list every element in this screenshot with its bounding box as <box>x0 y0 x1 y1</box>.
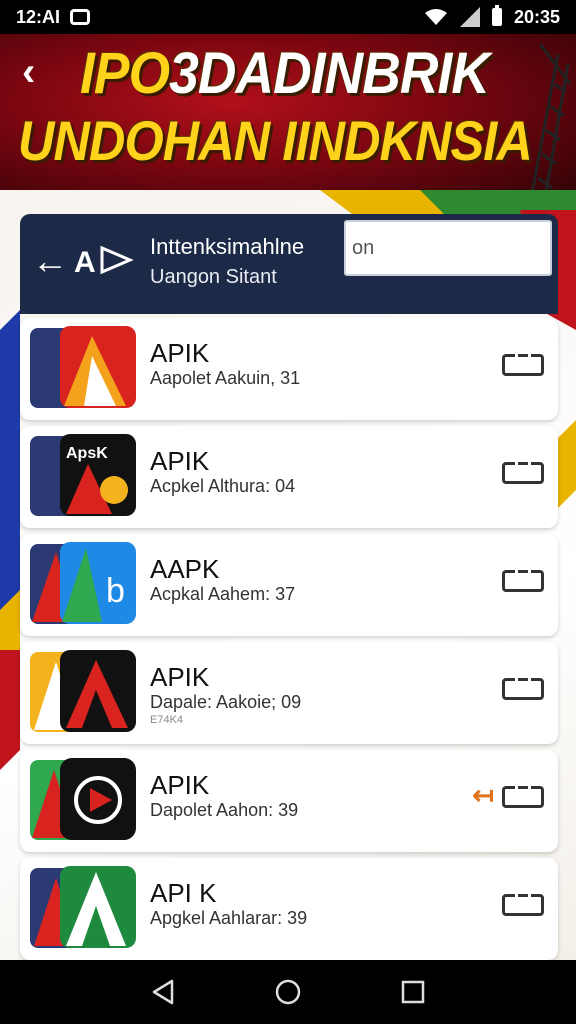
wifi-icon <box>424 9 447 25</box>
download-icon[interactable] <box>502 351 544 376</box>
app-icon: ApsK <box>30 434 136 516</box>
hero-title-a: IPO <box>80 41 170 106</box>
app-subtitle: Dapale: Aakoie; 09 <box>150 692 302 712</box>
system-nav-bar <box>0 960 576 1024</box>
hero-title-line1: IPO3DADINBRIK <box>80 40 490 107</box>
back-icon[interactable]: ‹ <box>22 52 54 92</box>
app-icon <box>30 650 136 732</box>
header-title: Inttenksimahlne <box>150 234 305 259</box>
svg-text:b: b <box>106 572 125 610</box>
list-header: ← A Inttenksimahlne Uangon Sitant <box>20 214 558 314</box>
status-bar: 12:AI 20:35 <box>0 0 576 34</box>
list-item[interactable]: APIK Aapolet Aakuin, 31 <box>20 318 558 420</box>
status-time-left: 12:AI <box>16 6 61 27</box>
nav-recents-icon[interactable] <box>398 977 428 1007</box>
list-item[interactable]: ApsK APIK Acpkel Althura: 04 <box>20 426 558 528</box>
app-subtitle: Dapolet Aahon: 39 <box>150 800 299 820</box>
app-name: APIK <box>150 662 210 692</box>
status-clock: 20:35 <box>513 6 560 27</box>
signal-icon <box>459 7 480 27</box>
app-subtitle: Acpkel Althura: 04 <box>150 476 296 496</box>
app-name: APIK <box>150 338 210 368</box>
notification-icon <box>70 9 91 25</box>
list-item[interactable]: APIK Dapale: Aakoie; 09 E74K4 <box>20 642 558 744</box>
app-icon <box>30 326 136 408</box>
app-icon <box>30 758 136 840</box>
svg-text:ApsK: ApsK <box>66 445 108 462</box>
app-subtitle: Aapolet Aakuin, 31 <box>150 368 301 388</box>
download-icon[interactable] <box>502 459 544 484</box>
tower-decoration-icon <box>528 44 570 204</box>
battery-icon <box>491 5 502 26</box>
header-subtitle: Uangon Sitant <box>150 266 277 288</box>
list-item[interactable]: APIK Dapolet Aahon: 39 ↤ <box>20 750 558 852</box>
app-name: APIK <box>150 770 210 800</box>
hero-title-b: 3DADINBRIK <box>169 41 490 106</box>
back-arrow-icon[interactable]: ↤ <box>472 780 494 811</box>
list-item[interactable]: b AAPK Acpkal Aahem: 37 <box>20 534 558 636</box>
app-subtitle: Apgkel Aahlarar: 39 <box>150 908 308 928</box>
app-name: API K <box>150 878 217 908</box>
download-icon[interactable] <box>502 891 544 916</box>
store-logo-icon: A <box>74 245 134 278</box>
header-back-icon[interactable]: ← <box>32 240 68 282</box>
list-item[interactable]: API K Apgkel Aahlarar: 39 <box>20 858 558 960</box>
nav-back-icon[interactable] <box>148 977 178 1007</box>
download-icon[interactable] <box>502 783 544 808</box>
app-note: E74K4 <box>150 714 184 726</box>
download-icon[interactable] <box>502 567 544 592</box>
download-icon[interactable] <box>502 675 544 700</box>
app-list-card: ← A Inttenksimahlne Uangon Sitant APIK A… <box>20 214 558 960</box>
app-name: AAPK <box>150 554 220 584</box>
hero-banner: ‹ IPO3DADINBRIK UNDOHAN IINDKNSIA <box>0 34 576 204</box>
app-icon: b <box>30 542 136 624</box>
hero-title-line2: UNDOHAN IINDKNSIA <box>18 109 533 172</box>
app-icon <box>30 866 136 948</box>
app-name: APIK <box>150 446 210 476</box>
svg-text:A: A <box>74 246 96 278</box>
nav-home-icon[interactable] <box>273 977 303 1007</box>
search-input[interactable] <box>344 220 552 276</box>
app-subtitle: Acpkal Aahem: 37 <box>150 584 296 604</box>
